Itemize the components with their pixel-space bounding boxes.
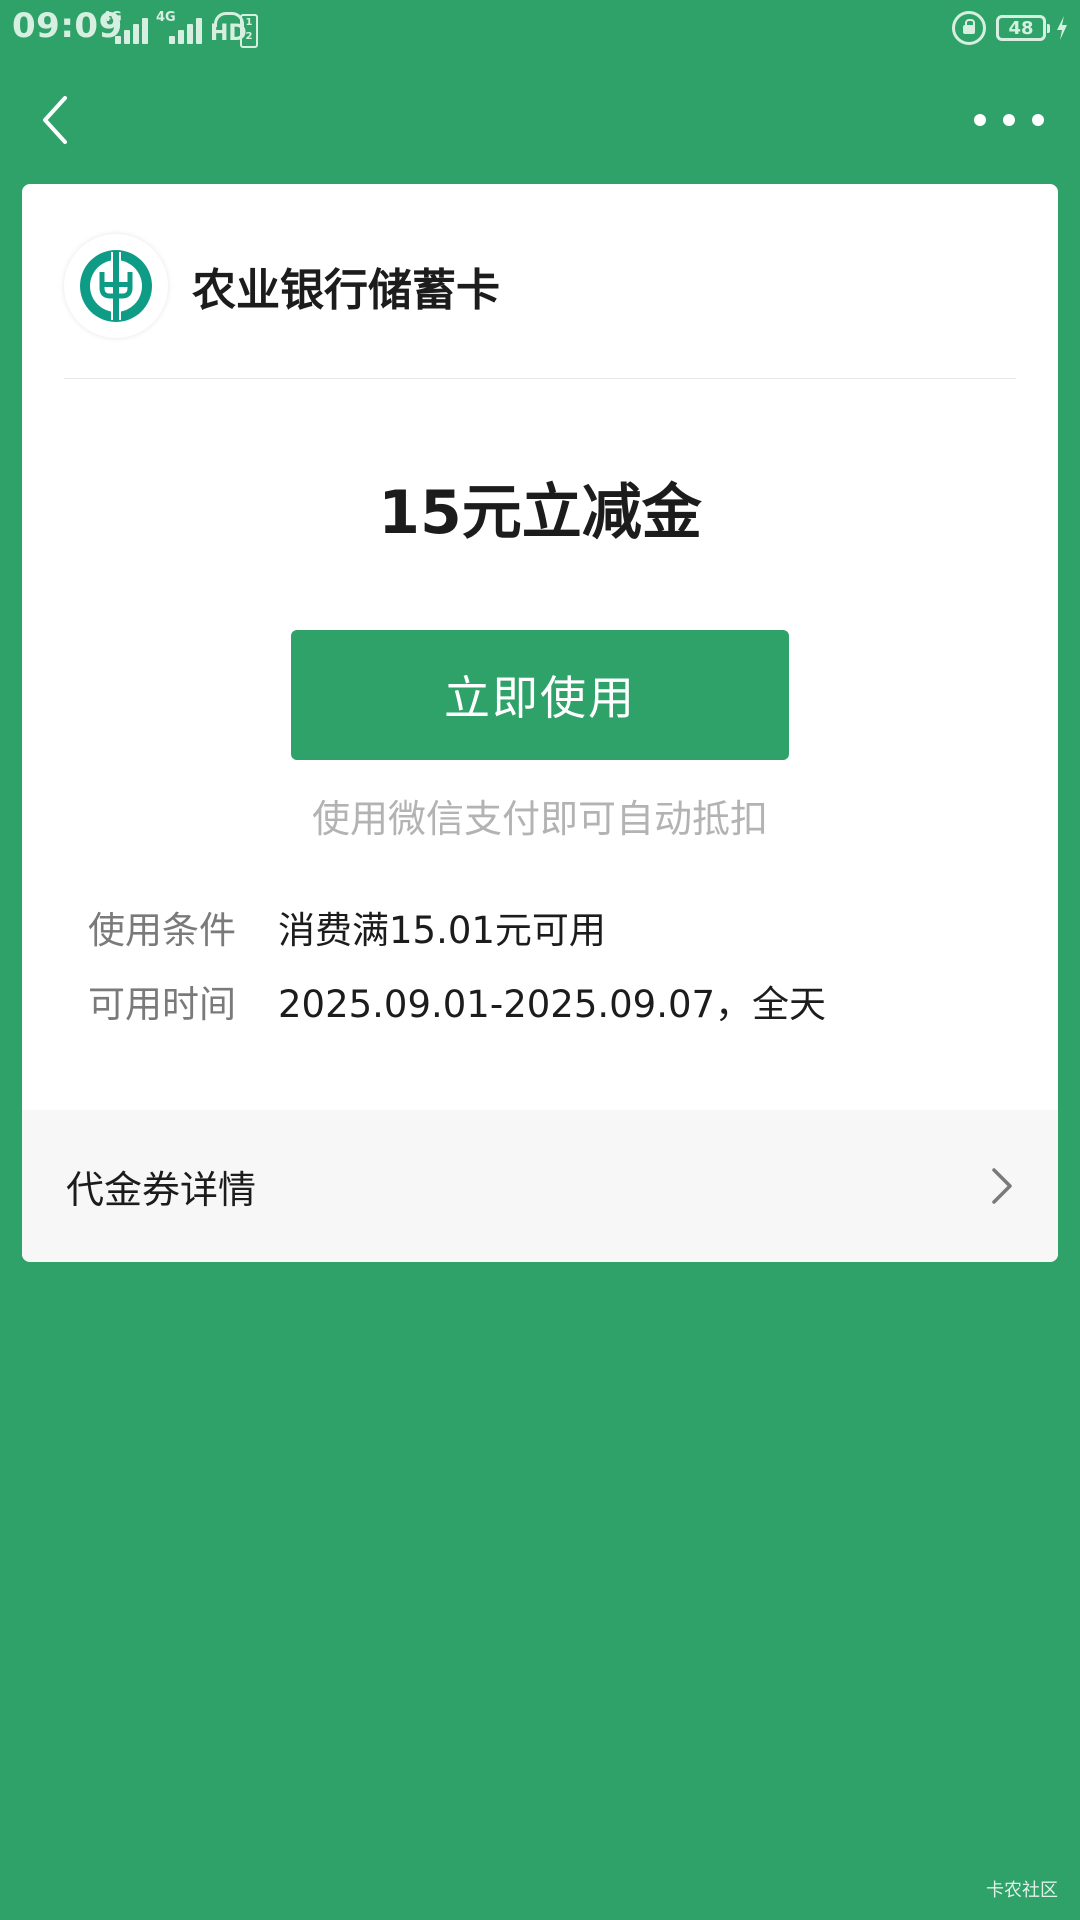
chevron-right-icon: [992, 1168, 1012, 1204]
coupon-card: 农业银行储蓄卡 15元立减金 立即使用 使用微信支付即可自动抵扣 使用条件 消费…: [22, 184, 1058, 1262]
use-hint: 使用微信支付即可自动抵扣: [311, 797, 768, 841]
card-header: 农业银行储蓄卡: [64, 234, 1016, 338]
bank-name: 农业银行储蓄卡: [192, 265, 500, 316]
chevron-left-icon: [43, 96, 67, 144]
info-label: 可用时间: [88, 983, 236, 1026]
status-bar: 09:09 4G 4G HD 1 2 48: [0, 0, 1080, 56]
back-button[interactable]: [30, 92, 80, 148]
more-dots-icon: [974, 114, 986, 126]
status-icons-right: 48: [952, 10, 1068, 46]
battery-icon: 48: [996, 15, 1050, 41]
info-value: 消费满15.01元可用: [278, 909, 606, 952]
status-icons-left: 4G 4G HD 1 2: [102, 10, 258, 48]
info-label: 使用条件: [88, 909, 236, 952]
valid-time-row: 可用时间 2025.09.01-2025.09.07，全天: [88, 976, 826, 1026]
use-now-button[interactable]: 立即使用: [291, 630, 789, 760]
nav-bar: [0, 64, 1080, 174]
abc-bank-logo-icon: [80, 250, 152, 322]
signal-icon: 4G: [156, 10, 202, 46]
divider: [64, 378, 1016, 379]
details-label: 代金券详情: [66, 1167, 257, 1212]
info-value: 2025.09.01-2025.09.07，全天: [278, 983, 827, 1026]
sim-label: 1 2: [240, 14, 258, 48]
charging-bolt-icon: [1057, 16, 1067, 40]
more-button[interactable]: [974, 100, 1044, 140]
bank-logo: [64, 234, 168, 338]
usage-condition-row: 使用条件 消费满15.01元可用: [88, 902, 606, 952]
coupon-title: 15元立减金: [378, 478, 702, 548]
rotation-lock-icon: [952, 11, 986, 45]
more-dots-icon: [1003, 114, 1015, 126]
signal-icon: 4G: [102, 10, 148, 46]
coupon-details-row[interactable]: 代金券详情: [22, 1110, 1058, 1262]
watermark: 卡农社区: [986, 1880, 1058, 1901]
hd-voice-icon: HD 1 2: [210, 12, 258, 48]
battery-level: 48: [1008, 17, 1034, 39]
more-dots-icon: [1032, 114, 1044, 126]
